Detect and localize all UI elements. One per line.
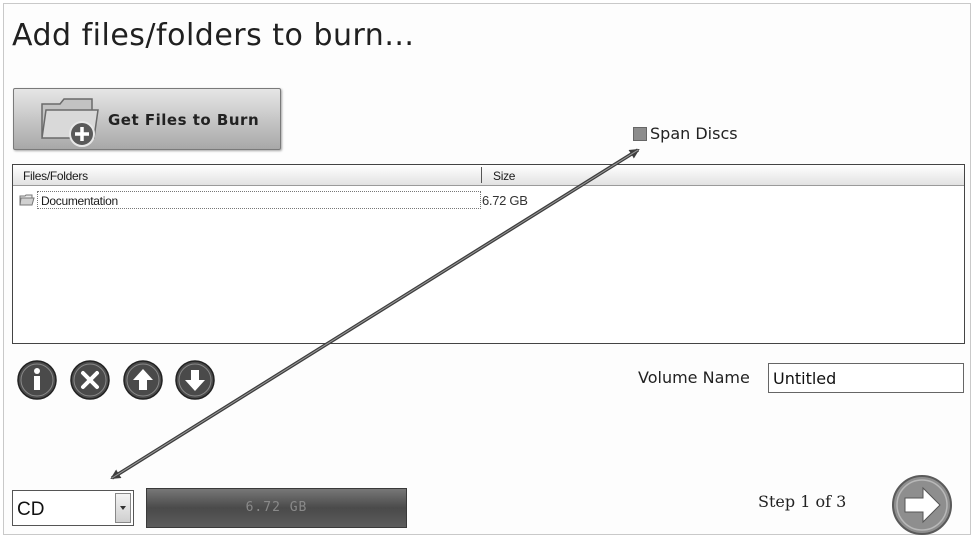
span-discs-checkbox[interactable]: Span Discs [633, 124, 738, 143]
column-header-files-folders[interactable]: Files/Folders [23, 169, 88, 183]
get-files-label: Get Files to Burn [108, 111, 260, 129]
file-name: Documentation [37, 191, 481, 209]
file-list-header: Files/Folders Size [13, 165, 964, 186]
volume-name-field[interactable] [768, 363, 964, 393]
file-list[interactable]: Files/Folders Size Documentation 6.72 GB [12, 164, 965, 344]
arrow-up-icon[interactable] [122, 359, 164, 401]
volume-name-label: Volume Name [638, 368, 750, 387]
capacity-text: 6.72 GB [245, 500, 308, 515]
next-arrow-icon[interactable] [891, 474, 953, 536]
remove-icon[interactable] [69, 359, 111, 401]
page-title: Add files/folders to burn... [12, 18, 415, 53]
info-icon[interactable] [16, 359, 58, 401]
media-type-value: CD [17, 499, 45, 520]
span-discs-label: Span Discs [650, 124, 738, 143]
capacity-bar: 6.72 GB [146, 488, 407, 528]
chevron-down-icon[interactable] [115, 493, 131, 523]
arrow-down-icon[interactable] [174, 359, 216, 401]
get-files-to-burn-button[interactable]: Get Files to Burn [13, 88, 281, 150]
step-indicator: Step 1 of 3 [758, 492, 847, 511]
column-separator[interactable] [481, 167, 482, 183]
column-header-size[interactable]: Size [493, 169, 515, 183]
checkbox-box[interactable] [633, 127, 647, 141]
file-size: 6.72 GB [482, 193, 528, 208]
folder-icon [19, 194, 35, 206]
folder-add-icon [41, 98, 99, 147]
table-row[interactable]: Documentation 6.72 GB [17, 191, 957, 210]
media-type-select[interactable]: CD [12, 490, 134, 526]
